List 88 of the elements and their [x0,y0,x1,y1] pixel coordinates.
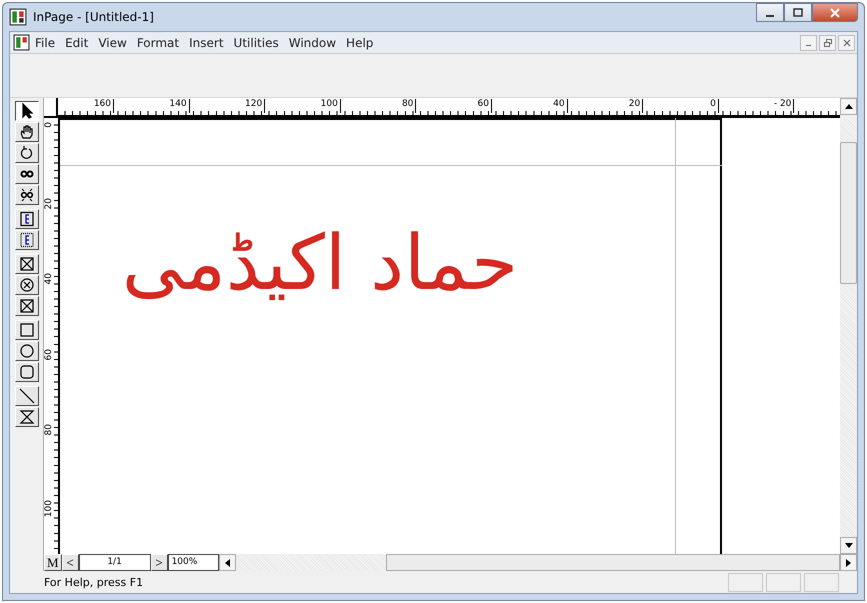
unlink-tool[interactable] [14,185,38,205]
scroll-right-button[interactable] [840,554,857,571]
right-arrow-icon [846,558,851,566]
text-frame-icon [18,211,34,227]
menu-item[interactable]: Format [132,36,184,50]
scroll-up-button[interactable] [840,98,857,115]
ruler-origin[interactable] [44,98,58,118]
scroll-down-button[interactable] [840,537,857,554]
master-page-button[interactable]: M [44,554,62,571]
close-button[interactable] [838,34,855,50]
box-cross-tool[interactable] [14,296,38,316]
ruler-label: 120 [245,99,266,113]
urdu-text: حماد اکیڈمی [120,217,520,309]
up-arrow-icon [844,104,852,109]
link-tool[interactable] [14,164,38,184]
text-dotted-tool[interactable] [14,230,38,250]
ruler-label: 100 [44,500,54,518]
ruler-label: 0 [710,99,719,113]
menu-item[interactable]: View [93,36,132,50]
maximize-icon [793,8,803,18]
next-page-button[interactable]: > [150,554,168,571]
ruler-label: 40 [553,99,568,113]
rounded-rectangle-icon [18,364,34,380]
app-icon [9,8,27,26]
line-icon [18,388,34,404]
status-text: For Help, press F1 [44,576,144,588]
ruler-label: 80 [44,424,54,436]
ruler-label: 20 [628,99,644,113]
page-number-field[interactable]: 1/1 [78,554,151,571]
picture-frame-icon [18,298,34,314]
menu-item[interactable]: Window [284,36,342,50]
picture-frame-icon [18,277,34,293]
menu-item[interactable]: File [30,36,60,50]
unlink-icon [18,187,34,203]
ellipse-tool[interactable] [14,341,38,361]
close-icon [842,38,850,46]
maximize-button[interactable] [784,3,812,22]
text-tool[interactable] [14,209,38,229]
hand-tool[interactable] [14,122,38,142]
minimize-button[interactable] [756,3,784,22]
scroll-thumb[interactable] [840,142,857,284]
ruler-label: - 20 [774,99,794,113]
text-frame-icon [18,232,34,248]
menu-item[interactable]: Utilities [228,36,284,50]
restore-icon [824,38,832,46]
picture-frame-icon [18,256,34,272]
hourglass-icon [18,409,34,425]
ruler-label: 160 [94,99,114,113]
pointer-tool[interactable] [14,101,38,121]
menu-item[interactable]: Insert [184,36,229,50]
ruler-label: 60 [44,348,54,360]
ruler-label: 20 [44,198,54,210]
menu-item[interactable]: Edit [60,36,94,50]
hourglass-tool[interactable] [14,407,38,427]
rectangle-icon [18,322,34,338]
line-tool[interactable] [14,386,38,406]
left-arrow-icon [224,558,230,566]
window-title: InPage - [Untitled-1] [33,10,154,24]
ruler-label: 140 [169,99,190,113]
minimize-icon [806,45,811,46]
box-cross-tool[interactable] [14,254,38,274]
scroll-thumb[interactable] [386,554,840,571]
status-pane [728,572,763,592]
rect-tool[interactable] [14,320,38,340]
ruler-label: 60 [478,99,492,113]
ruler-label: 80 [402,99,416,113]
circle-icon [18,343,34,359]
down-arrow-icon [844,543,852,548]
circle-cross-tool[interactable] [14,275,38,295]
zoom-field[interactable]: 100% [168,554,219,571]
status-pane [804,572,839,592]
close-button[interactable] [812,3,858,22]
ruler-label: 100 [320,99,341,113]
status-pane [766,572,801,592]
scroll-left-button[interactable] [218,554,236,571]
rounded-rect-tool[interactable] [14,362,38,382]
previous-page-button[interactable]: < [62,554,79,571]
close-icon [829,6,841,18]
menu-item[interactable]: Help [341,36,378,50]
ruler-label: 0 [44,122,54,128]
restore-button[interactable] [819,34,836,50]
document-icon [13,34,30,51]
rotate-tool[interactable] [14,143,38,163]
ruler-label: 40 [44,273,54,285]
vertical-scrollbar[interactable] [840,118,857,554]
minimize-icon [766,14,774,16]
hand-icon [18,124,34,140]
rotate-icon [18,145,34,161]
